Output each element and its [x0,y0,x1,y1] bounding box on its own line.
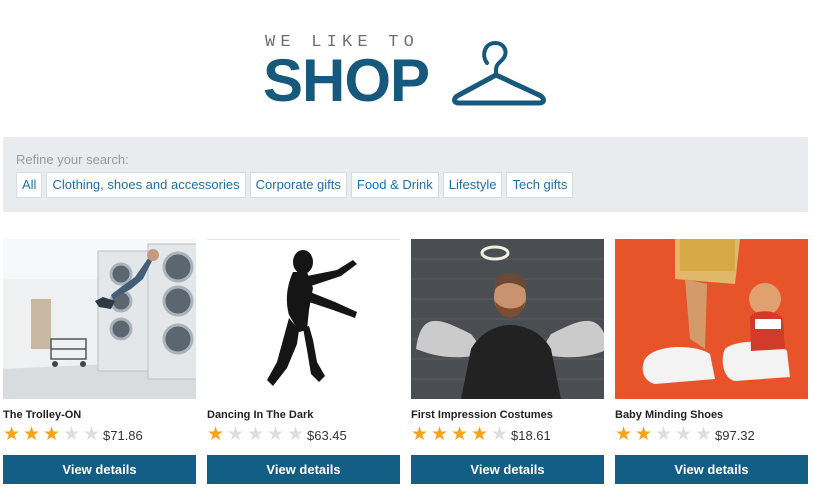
product-card: Dancing In The Dark ★ ★ ★ ★ ★ $63.45 View de… [207,239,400,489]
star-empty-icon: ★ [227,424,245,445]
star-filled-icon: ★ [3,424,21,445]
shop-logo[interactable]: WE LIKE TO SHOP [263,33,553,113]
product-name[interactable]: Dancing In The Dark [207,409,313,421]
filter-all[interactable]: All [16,172,43,198]
product-price: $97.32 [715,428,755,443]
star-rating: ★ ★ ★ ★ ★ $18.61 [411,425,551,444]
product-image-dancer[interactable] [207,239,400,400]
star-rating: ★ ★ ★ ★ ★ $71.86 [3,425,143,444]
filter-lifestyle[interactable]: Lifestyle [442,172,503,198]
refine-title: Refine your search: [16,152,129,167]
star-filled-icon: ★ [471,424,489,445]
star-filled-icon: ★ [431,424,449,445]
product-card: The Trolley-ON ★ ★ ★ ★ ★ $71.86 View details [3,239,196,489]
star-filled-icon: ★ [451,424,469,445]
star-empty-icon: ★ [675,424,693,445]
star-empty-icon: ★ [267,424,285,445]
view-details-button[interactable]: View details [3,455,196,484]
refine-search-panel: Refine your search: All Clothing, shoes … [3,137,808,212]
filter-clothing[interactable]: Clothing, shoes and accessories [46,172,246,198]
product-image-angel[interactable] [411,239,604,399]
star-filled-icon: ★ [411,424,429,445]
product-card: First Impression Costumes ★ ★ ★ ★ ★ $18.61 V… [411,239,604,489]
category-filters: All Clothing, shoes and accessories Corp… [16,172,574,198]
product-grid: The Trolley-ON ★ ★ ★ ★ ★ $71.86 View details… [3,239,813,489]
rating-stars: ★ ★ ★ ★ ★ [411,425,511,444]
product-image-shoes[interactable] [615,239,808,399]
product-price: $63.45 [307,428,347,443]
star-filled-icon: ★ [43,424,61,445]
star-empty-icon: ★ [491,424,509,445]
filter-tech-gifts[interactable]: Tech gifts [506,172,574,198]
filter-food-drink[interactable]: Food & Drink [350,172,439,198]
product-price: $71.86 [103,428,143,443]
view-details-button[interactable]: View details [207,455,400,484]
star-filled-icon: ★ [635,424,653,445]
product-name[interactable]: First Impression Costumes [411,409,553,421]
star-empty-icon: ★ [655,424,673,445]
product-image-laundromat[interactable] [3,239,196,399]
rating-stars: ★ ★ ★ ★ ★ [207,425,307,444]
hanger-icon [452,40,546,106]
view-details-button[interactable]: View details [615,455,808,484]
filter-corporate-gifts[interactable]: Corporate gifts [249,172,347,198]
star-empty-icon: ★ [287,424,305,445]
rating-stars: ★ ★ ★ ★ ★ [615,425,715,444]
product-name[interactable]: The Trolley-ON [3,409,81,421]
star-filled-icon: ★ [23,424,41,445]
rating-stars: ★ ★ ★ ★ ★ [3,425,103,444]
product-price: $18.61 [511,428,551,443]
product-card: Baby Minding Shoes ★ ★ ★ ★ ★ $97.32 View det… [615,239,808,489]
star-empty-icon: ★ [63,424,81,445]
star-filled-icon: ★ [207,424,225,445]
logo-wordmark: SHOP [263,47,430,114]
star-empty-icon: ★ [83,424,101,445]
view-details-button[interactable]: View details [411,455,604,484]
star-empty-icon: ★ [695,424,713,445]
star-empty-icon: ★ [247,424,265,445]
product-name[interactable]: Baby Minding Shoes [615,409,723,421]
star-filled-icon: ★ [615,424,633,445]
star-rating: ★ ★ ★ ★ ★ $63.45 [207,425,347,444]
star-rating: ★ ★ ★ ★ ★ $97.32 [615,425,755,444]
